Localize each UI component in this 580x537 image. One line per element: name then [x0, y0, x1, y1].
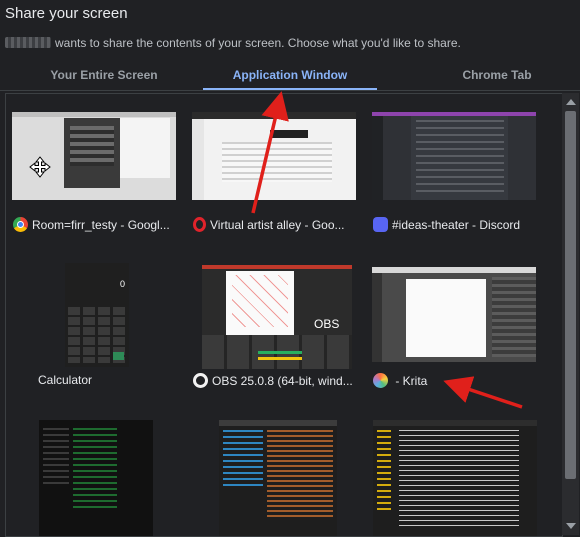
- vertical-scrollbar[interactable]: [562, 93, 579, 535]
- window-card-row3-3[interactable]: [369, 406, 539, 536]
- window-card-row3-2[interactable]: [189, 406, 359, 536]
- window-thumbnail: [219, 420, 337, 536]
- window-label: Virtual artist alley - Goo...: [193, 217, 359, 235]
- window-label: OBS 25.0.8 (64-bit, wind...: [193, 373, 359, 391]
- window-thumbnail: 0: [65, 263, 129, 367]
- window-card-calculator[interactable]: 0 Calculator: [9, 251, 179, 401]
- window-label: - Krita: [373, 373, 539, 391]
- window-grid: Room=firr_testy - Googl... Virtual artis…: [5, 93, 563, 537]
- window-thumbnail: OBS: [202, 265, 352, 369]
- dialog-subtitle-text: wants to share the contents of your scre…: [55, 36, 461, 50]
- tab-chrome-tab[interactable]: Chrome Tab: [444, 62, 550, 88]
- calc-display: 0: [119, 279, 125, 289]
- window-thumbnail: [192, 112, 356, 200]
- window-thumbnail: [39, 420, 153, 536]
- move-cursor-icon: [29, 156, 51, 178]
- obs-icon: [193, 373, 208, 388]
- window-card-discord[interactable]: #ideas-theater - Discord: [369, 95, 539, 245]
- window-card-chrome[interactable]: Room=firr_testy - Googl...: [9, 95, 179, 245]
- tab-application-window[interactable]: Application Window: [203, 62, 377, 90]
- window-card-krita[interactable]: - Krita: [369, 251, 539, 401]
- krita-icon: [373, 373, 388, 388]
- window-label: Calculator: [38, 373, 93, 387]
- tab-bar: Your Entire Screen Application Window Ch…: [0, 62, 580, 91]
- dialog-title: Share your screen: [5, 5, 128, 22]
- discord-icon: [373, 217, 388, 232]
- obs-overlay-text: OBS: [314, 317, 340, 331]
- window-thumbnail: [372, 112, 536, 200]
- window-card-row3-1[interactable]: [9, 406, 179, 536]
- chrome-icon: [13, 217, 28, 232]
- scroll-up-icon[interactable]: [566, 99, 576, 105]
- opera-icon: [193, 217, 206, 232]
- window-card-opera[interactable]: Virtual artist alley - Goo...: [189, 95, 359, 245]
- window-card-obs[interactable]: OBS OBS 25.0.8 (64-bit, wind...: [189, 251, 359, 401]
- window-thumbnail: [372, 267, 536, 362]
- scroll-down-icon[interactable]: [566, 523, 576, 529]
- window-label: Room=firr_testy - Googl...: [13, 217, 179, 235]
- dialog-subtitle: wants to share the contents of your scre…: [5, 36, 461, 50]
- tab-entire-screen[interactable]: Your Entire Screen: [30, 62, 178, 88]
- redacted-site-name: [5, 37, 51, 48]
- scrollbar-thumb[interactable]: [565, 111, 576, 479]
- window-thumbnail: [373, 420, 537, 536]
- window-label: #ideas-theater - Discord: [373, 217, 539, 235]
